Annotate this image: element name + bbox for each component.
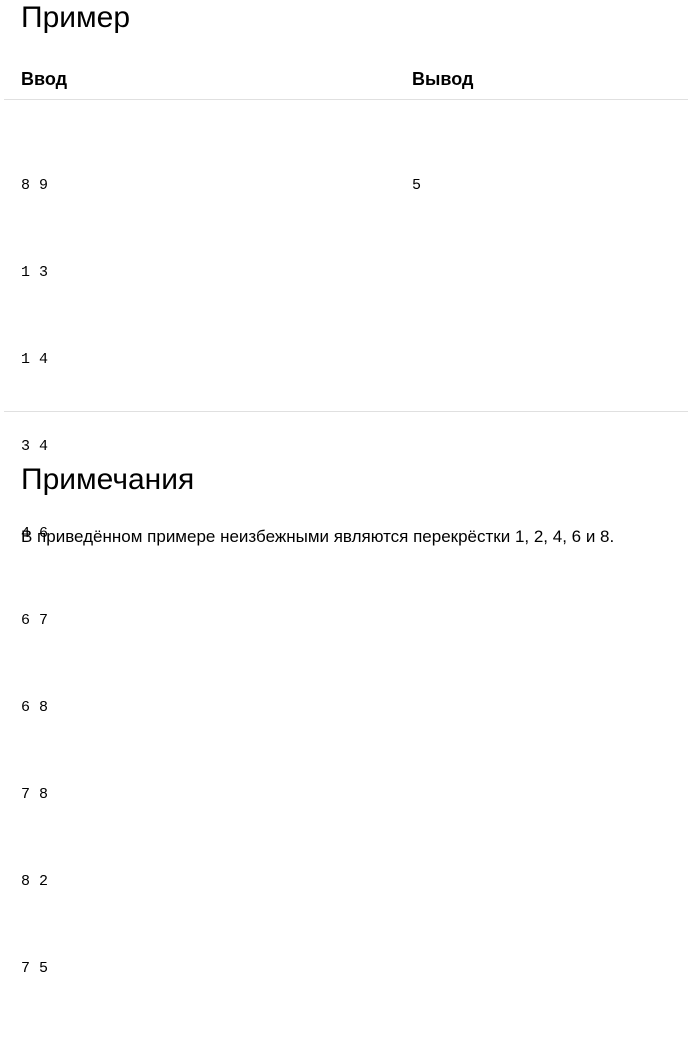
problem-page: Пример Ввод Вывод 8 9 1 3 1 4 3 4 4 6 6 … — [0, 0, 688, 977]
input-line: 8 9 — [21, 177, 49, 194]
output-column-header: Вывод — [412, 69, 474, 89]
input-line: 1 3 — [21, 264, 49, 281]
input-cell[interactable]: 8 9 1 3 1 4 3 4 4 6 6 7 6 8 7 8 8 2 7 5 — [21, 113, 93, 1041]
notes-text: В приведённом примере неизбежными являют… — [21, 527, 615, 546]
input-line: 8 2 — [21, 873, 49, 890]
input-line: 7 5 — [21, 960, 49, 977]
example-table-body: 8 9 1 3 1 4 3 4 4 6 6 7 6 8 7 8 8 2 7 5 … — [4, 100, 688, 977]
output-line: 5 — [412, 177, 422, 194]
input-line: 3 4 — [21, 438, 49, 455]
notes-heading: Примечания — [21, 463, 195, 496]
input-line: 7 8 — [21, 786, 49, 803]
output-cell[interactable]: 5 — [412, 113, 484, 258]
input-line: 6 7 — [21, 612, 49, 629]
example-heading: Пример — [21, 1, 130, 34]
input-line: 1 4 — [21, 351, 49, 368]
input-column-header: Ввод — [21, 69, 68, 89]
input-line: 6 8 — [21, 699, 49, 716]
example-table-header: Ввод Вывод — [4, 62, 688, 100]
example-table: Ввод Вывод 8 9 1 3 1 4 3 4 4 6 6 7 6 8 7… — [4, 62, 688, 977]
